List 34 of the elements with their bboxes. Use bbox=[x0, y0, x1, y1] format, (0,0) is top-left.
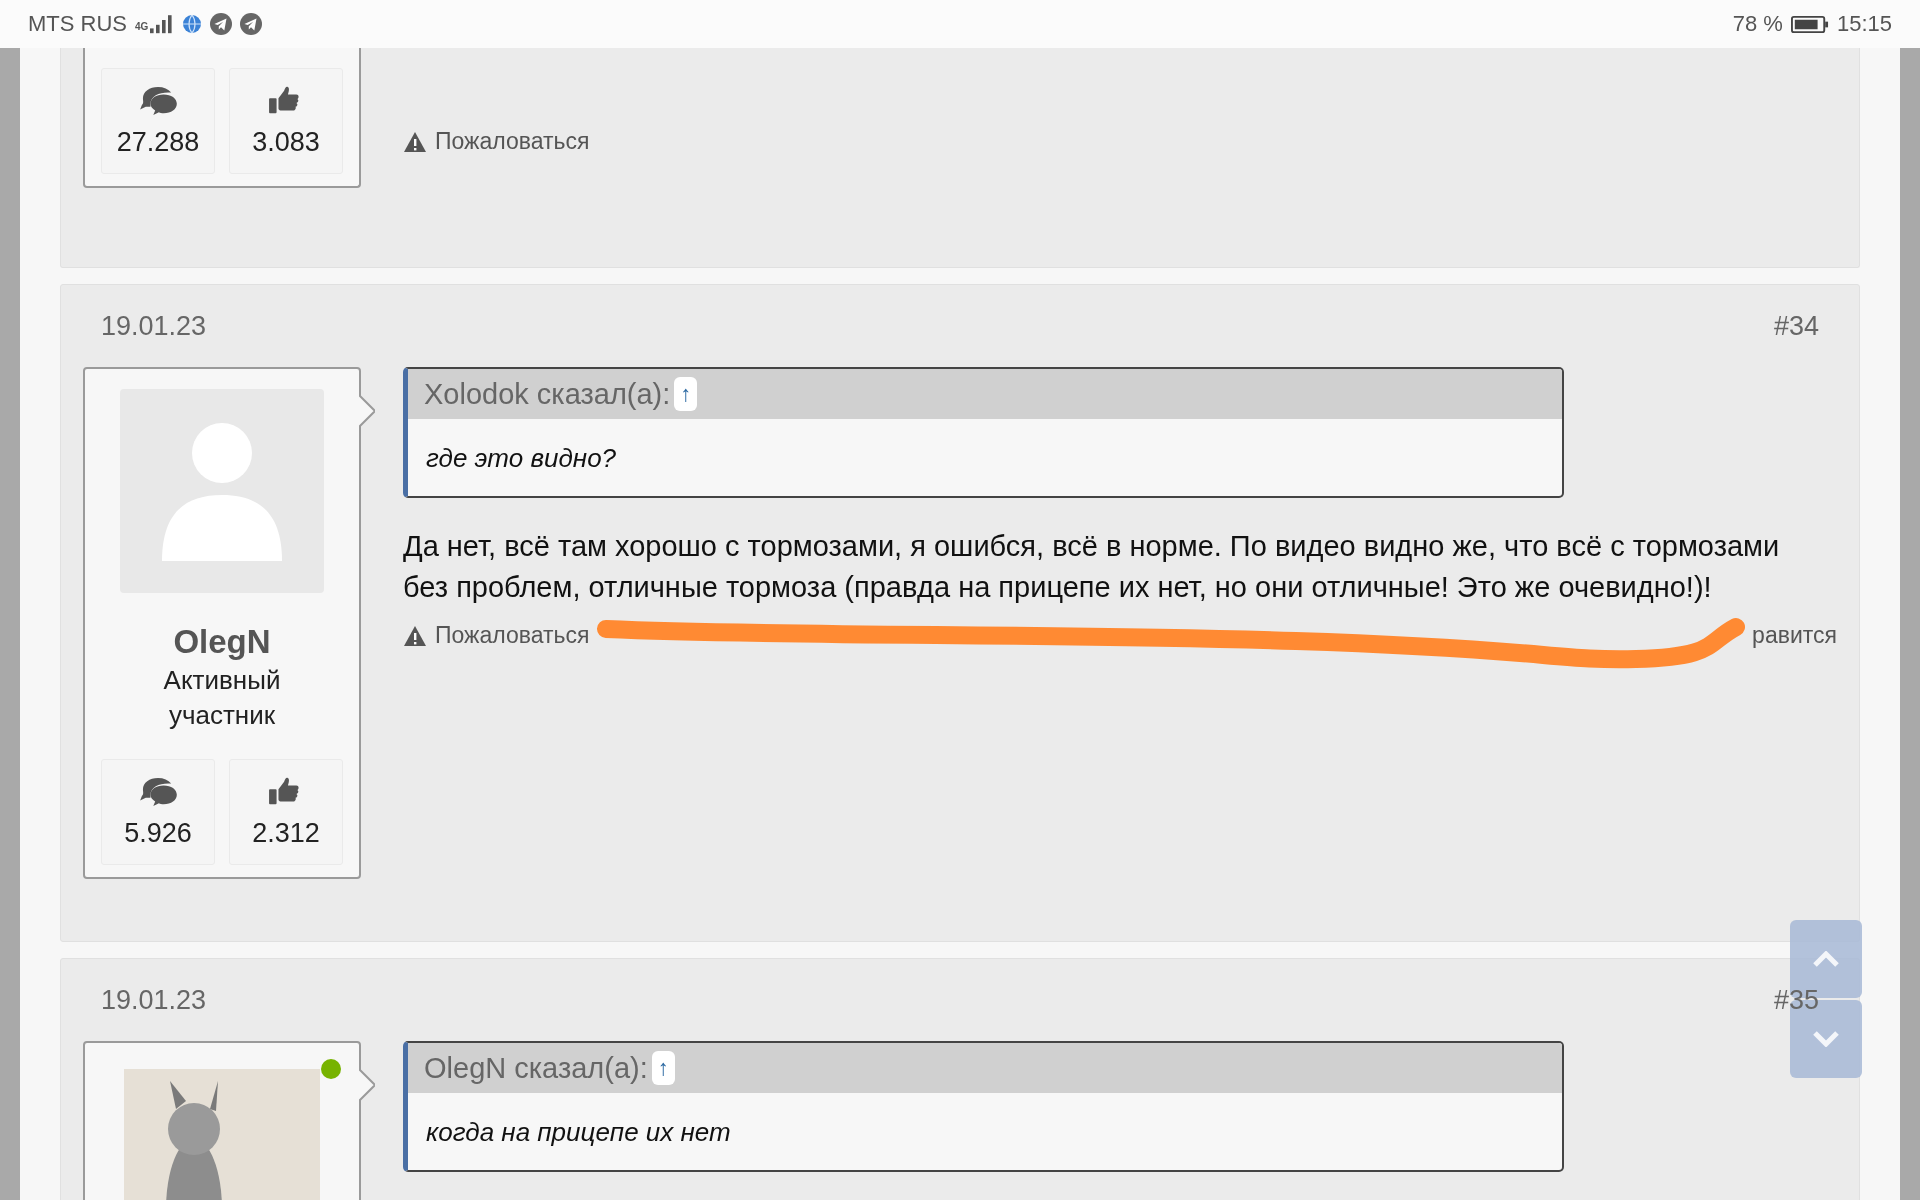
quote-author: OlegN сказал(а): bbox=[424, 1051, 648, 1085]
post-date: 19.01.23 bbox=[101, 310, 207, 342]
quote-text: когда на прицепе их нет bbox=[425, 1116, 732, 1149]
warning-icon bbox=[403, 130, 427, 153]
message-count: 5.926 bbox=[124, 817, 192, 849]
warning-icon bbox=[403, 624, 427, 647]
clock-time: 15:15 bbox=[1836, 11, 1892, 37]
report-link[interactable]: Пожаловаться bbox=[403, 622, 590, 649]
chevron-down-icon bbox=[1812, 1031, 1840, 1047]
battery-icon bbox=[1790, 14, 1829, 34]
report-link[interactable]: Пожаловаться bbox=[403, 128, 590, 155]
username-link[interactable]: OlegN bbox=[173, 623, 271, 661]
network-type: 4G bbox=[135, 21, 149, 32]
jump-to-quote-link[interactable]: ↑ bbox=[651, 1051, 675, 1085]
user-title: Активный участник bbox=[162, 664, 282, 732]
globe-icon bbox=[182, 14, 203, 34]
jump-to-quote-link[interactable]: ↑ bbox=[674, 377, 698, 411]
signal-icon bbox=[150, 14, 175, 34]
like-count: 2.312 bbox=[252, 817, 320, 849]
quote-author: Xolodok сказал(а): bbox=[424, 377, 671, 411]
battery-percent: 78 % bbox=[1732, 11, 1783, 37]
post-number-link[interactable]: #34 bbox=[1773, 310, 1819, 342]
like-link[interactable]: равится bbox=[1752, 622, 1837, 649]
post-message: Да нет, всё там хорошо с тормозами, я ошибся, всё в норме. По видео видно же, что всё с тормозами без проблем, отличные тормоза (правда на прицепе их нет, но они отличные! Это же очевидно!)! bbox=[403, 529, 1781, 605]
speech-bubbles-icon bbox=[139, 84, 177, 117]
message-count: 27.288 bbox=[116, 126, 200, 158]
chevron-up-icon bbox=[1812, 951, 1840, 967]
carrier-name: MTS RUS bbox=[28, 11, 127, 37]
speech-bubbles-icon bbox=[139, 775, 177, 808]
paper-plane-icon bbox=[210, 13, 233, 35]
post-date: 19.01.23 bbox=[101, 984, 207, 1016]
like-count: 3.083 bbox=[252, 126, 320, 158]
paper-plane-icon bbox=[240, 13, 263, 35]
quote-text: где это видно? bbox=[425, 442, 618, 475]
